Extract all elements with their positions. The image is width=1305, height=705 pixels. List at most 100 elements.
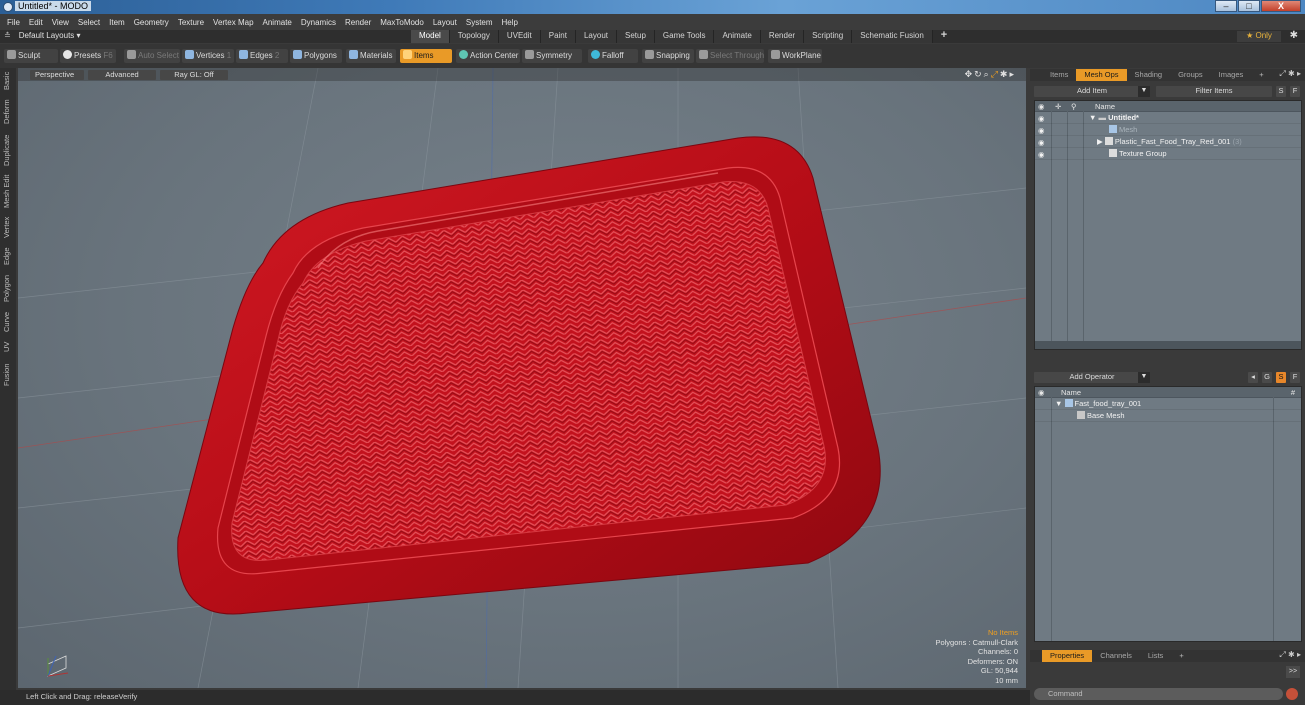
menu-view[interactable]: View (49, 18, 75, 27)
select-through-button[interactable]: Select Through (696, 49, 764, 63)
tab-model[interactable]: Model (411, 30, 450, 43)
g-button[interactable]: G (1262, 372, 1272, 383)
add-item-dropdown[interactable]: Add Item ▼ (1034, 86, 1150, 97)
command-clear-icon[interactable] (1286, 688, 1298, 700)
eye-icon[interactable]: ◉ (1038, 150, 1046, 159)
menu-vertex-map[interactable]: Vertex Map (210, 18, 259, 27)
tab-topology[interactable]: Topology (449, 30, 499, 43)
s-filter-button[interactable]: S (1276, 86, 1286, 97)
menu-select[interactable]: Select (75, 18, 106, 27)
tab-animate[interactable]: Animate (714, 30, 761, 43)
left-tab-deform[interactable]: Deform (2, 98, 14, 126)
properties-options-icon[interactable]: ⤢ ✱ ▸ (1279, 650, 1301, 660)
3d-viewport[interactable]: Perspective Advanced Ray GL: Off ✥↻⌕⤢✱▸ … (18, 68, 1026, 688)
zoom-view-icon[interactable]: ⌕ (984, 69, 991, 79)
maximize-button[interactable]: □ (1238, 0, 1260, 12)
menu-item[interactable]: Item (106, 18, 131, 27)
snapping-button[interactable]: Snapping (642, 49, 694, 63)
workplane-button[interactable]: WorkPlane (768, 49, 822, 63)
tab-mesh-ops[interactable]: Mesh Ops (1076, 69, 1127, 81)
menu-animate[interactable]: Animate (260, 18, 298, 27)
menu-maxtomodo[interactable]: MaxToModo (377, 18, 430, 27)
tab-setup[interactable]: Setup (617, 30, 655, 43)
add-operator-dropdown[interactable]: Add Operator ▼ (1034, 372, 1150, 383)
minimize-button[interactable]: – (1215, 0, 1237, 12)
menu-geometry[interactable]: Geometry (131, 18, 175, 27)
add-properties-tab-button[interactable]: + (1171, 650, 1191, 662)
tab-uvedit[interactable]: UVEdit (498, 30, 541, 43)
name-column-header[interactable]: Name (1061, 388, 1081, 397)
presets-button[interactable]: Presets F6 (60, 49, 116, 63)
tab-images[interactable]: Images (1211, 69, 1252, 81)
expand-properties-button[interactable]: >> (1286, 666, 1300, 678)
f-button[interactable]: F (1290, 372, 1300, 383)
tab-lists[interactable]: Lists (1140, 650, 1171, 662)
tab-layout[interactable]: Layout (575, 30, 617, 43)
tab-paint[interactable]: Paint (540, 30, 576, 43)
horizontal-scrollbar[interactable] (1035, 341, 1301, 349)
sculpt-button[interactable]: Sculpt (4, 49, 58, 63)
only-toggle[interactable]: ★ Only (1237, 31, 1281, 42)
item-row-untitled[interactable]: ◉ ▼ ▬ Untitled* (1035, 112, 1301, 124)
raygl-dropdown[interactable]: Ray GL: Off (160, 70, 228, 80)
filter-items-field[interactable]: Filter Items (1156, 86, 1272, 97)
left-tab-fusion[interactable]: Fusion (2, 362, 14, 388)
menu-file[interactable]: File (4, 18, 26, 27)
symmetry-button[interactable]: Symmetry (522, 49, 582, 63)
left-tab-uv[interactable]: UV (2, 340, 14, 354)
item-row-tray[interactable]: ◉ ▶ Plastic_Fast_Food_Tray_Red_001 (3) (1035, 136, 1301, 148)
tab-shading[interactable]: Shading (1127, 69, 1171, 81)
left-tab-basic[interactable]: Basic (2, 70, 14, 92)
action-center-button[interactable]: Action Center (456, 49, 520, 63)
left-tab-mesh-edit[interactable]: Mesh Edit (2, 174, 14, 208)
collapse-button[interactable]: ◂ (1248, 372, 1258, 383)
tab-channels[interactable]: Channels (1092, 650, 1140, 662)
tab-items[interactable]: Items (1042, 69, 1076, 81)
add-panel-tab-button[interactable]: + (1251, 69, 1271, 81)
s-button[interactable]: S (1276, 372, 1286, 383)
tab-schematic-fusion[interactable]: Schematic Fusion (852, 30, 933, 43)
advanced-dropdown[interactable]: Advanced (88, 70, 156, 80)
f-filter-button[interactable]: F (1290, 86, 1300, 97)
item-row-texture-group[interactable]: ◉ Texture Group (1035, 148, 1301, 160)
left-tab-polygon[interactable]: Polygon (2, 272, 14, 304)
menu-help[interactable]: Help (499, 18, 524, 27)
menu-system[interactable]: System (463, 18, 499, 27)
tab-scripting[interactable]: Scripting (804, 30, 853, 43)
viewport-expand-icon[interactable]: ▸ (1009, 69, 1016, 79)
item-row-mesh[interactable]: ◉ Mesh (1035, 124, 1301, 136)
eye-icon[interactable]: ◉ (1038, 126, 1046, 135)
tab-game-tools[interactable]: Game Tools (654, 30, 715, 43)
menu-texture[interactable]: Texture (175, 18, 210, 27)
move-view-icon[interactable]: ✥ (965, 69, 975, 79)
name-column-header[interactable]: Name (1095, 102, 1115, 111)
falloff-button[interactable]: Falloff (588, 49, 638, 63)
tab-groups[interactable]: Groups (1170, 69, 1211, 81)
menu-dynamics[interactable]: Dynamics (298, 18, 342, 27)
add-tab-button[interactable]: + (933, 30, 955, 43)
left-tab-duplicate[interactable]: Duplicate (2, 132, 14, 168)
maximize-view-icon[interactable]: ⤢ (991, 69, 1000, 79)
panel-options-icon[interactable]: ⤢ ✱ ▸ (1279, 69, 1301, 79)
menu-render[interactable]: Render (342, 18, 377, 27)
operator-row-tray[interactable]: ▼ Fast_food_tray_001 (1035, 398, 1301, 410)
tab-render[interactable]: Render (760, 30, 805, 43)
menu-layout[interactable]: Layout (430, 18, 463, 27)
left-tab-edge[interactable]: Edge (2, 246, 14, 266)
operator-row-base-mesh[interactable]: Base Mesh (1035, 410, 1301, 422)
close-button[interactable]: X (1261, 0, 1301, 12)
viewport-nav-icons[interactable]: ✥↻⌕⤢✱▸ (965, 69, 1016, 80)
tab-properties[interactable]: Properties (1042, 650, 1093, 662)
edges-button[interactable]: Edges 2 (236, 49, 288, 63)
vertices-button[interactable]: Vertices 1 (182, 49, 234, 63)
left-tab-vertex[interactable]: Vertex (2, 214, 14, 240)
items-button[interactable]: Items (400, 49, 452, 63)
gear-icon[interactable]: ✱ (1290, 30, 1298, 41)
command-input[interactable]: Command (1034, 688, 1283, 700)
rotate-view-icon[interactable]: ↻ (974, 69, 984, 79)
eye-icon[interactable]: ◉ (1038, 114, 1046, 123)
left-tab-curve[interactable]: Curve (2, 310, 14, 334)
eye-icon[interactable]: ◉ (1038, 138, 1046, 147)
menu-edit[interactable]: Edit (26, 18, 49, 27)
materials-button[interactable]: Materials (346, 49, 396, 63)
